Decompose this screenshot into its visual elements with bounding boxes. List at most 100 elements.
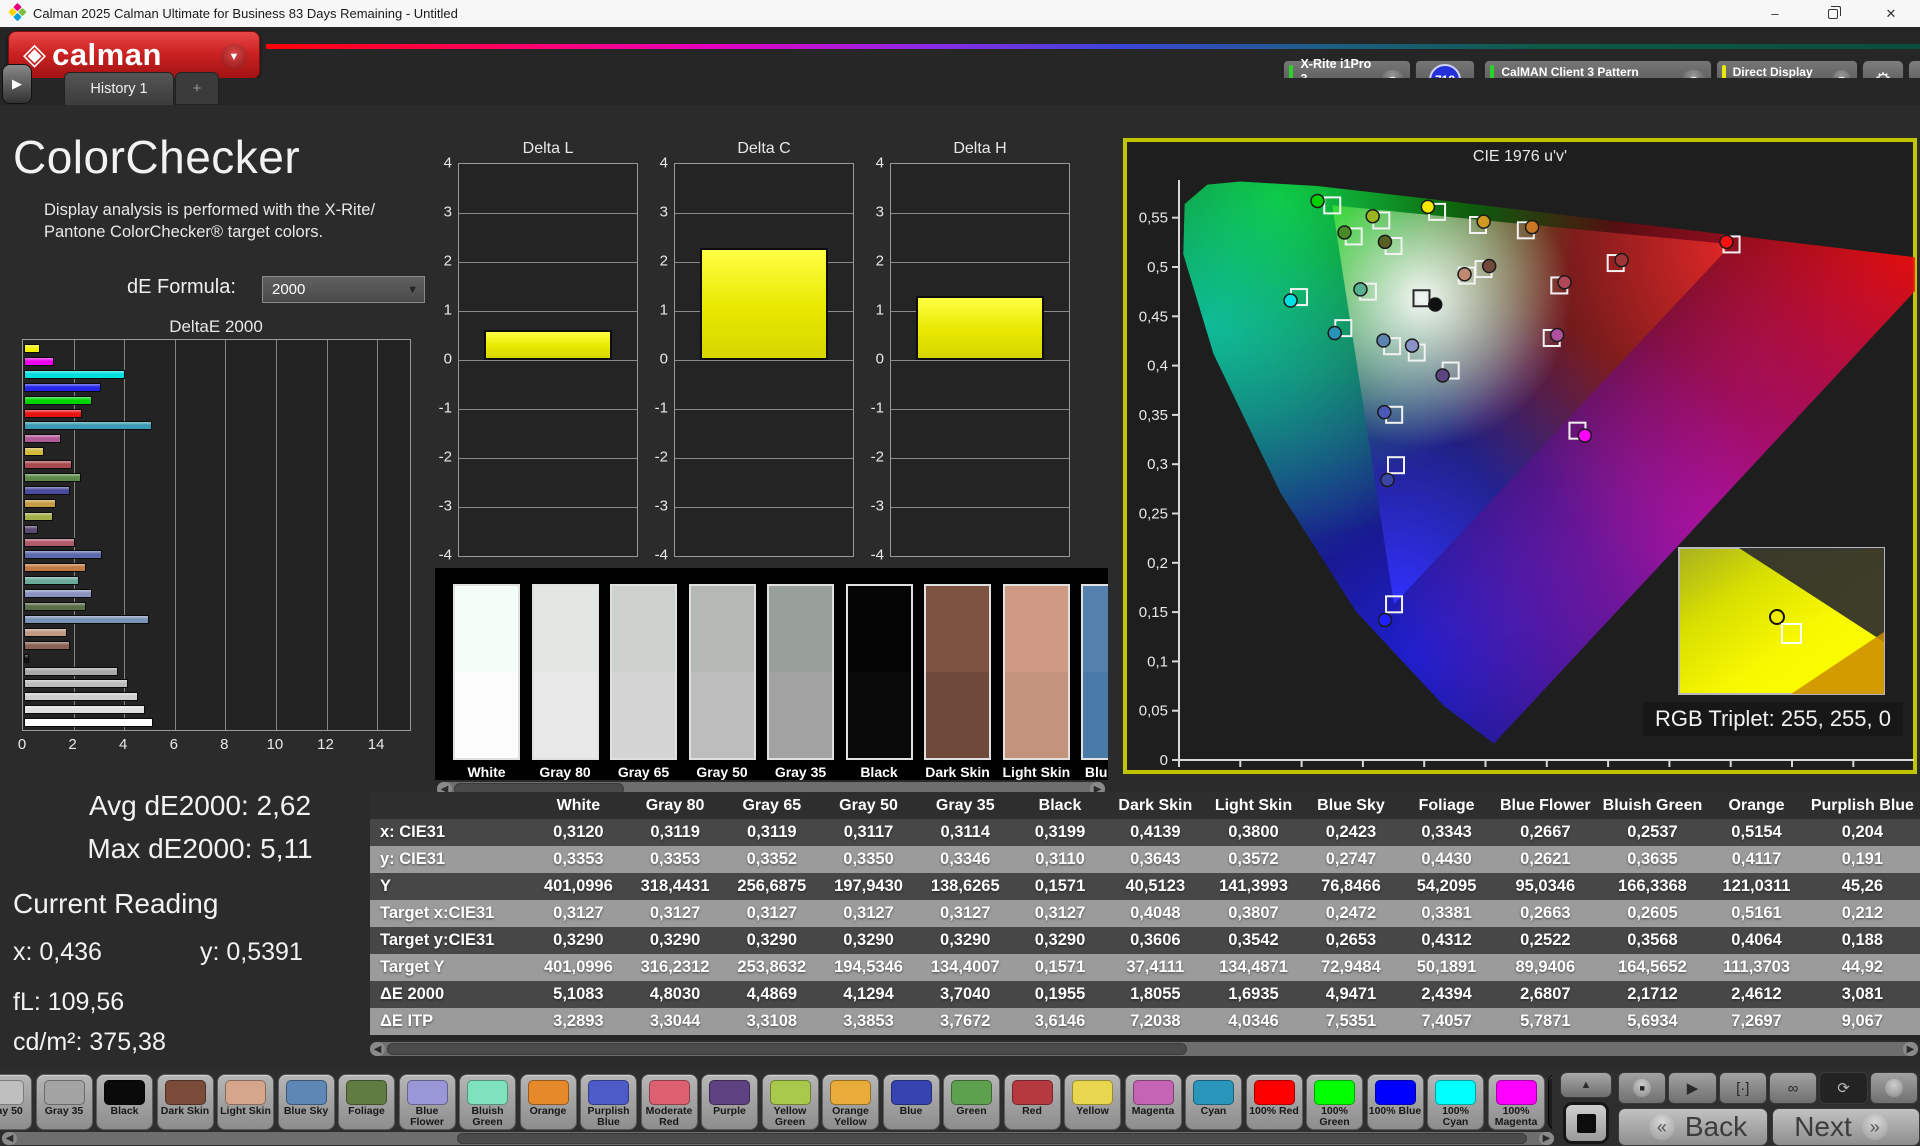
svg-text:0,25: 0,25: [1471, 769, 1500, 772]
table-cell: 0,2423: [1303, 819, 1399, 846]
table-cell: 141,3993: [1204, 873, 1303, 900]
scroll-right-icon[interactable]: ▶: [1903, 1042, 1918, 1056]
scroll-left-icon[interactable]: ◀: [2, 1132, 17, 1145]
deltae-bar-100-cyan: [24, 370, 125, 379]
scroll-right-icon[interactable]: ▶: [1539, 1132, 1554, 1145]
palette-orange[interactable]: Orange: [520, 1074, 577, 1130]
palette-dark-skin[interactable]: Dark Skin: [157, 1074, 214, 1130]
palette-gray-50[interactable]: Gray 50: [0, 1074, 32, 1130]
svg-text:0,35: 0,35: [1593, 769, 1622, 772]
palette-black[interactable]: Black: [96, 1074, 153, 1130]
palette-blue[interactable]: Blue: [883, 1074, 940, 1130]
table-row: Y401,0996318,4431256,6875197,9430138,626…: [370, 873, 1920, 900]
calman-menu-chevron-icon[interactable]: ▼: [221, 44, 247, 70]
blank-measure-button[interactable]: [1870, 1072, 1918, 1104]
palette-blue-flower[interactable]: Blue Flower: [399, 1074, 456, 1130]
palette-bluish-green[interactable]: Bluish Green: [459, 1074, 516, 1130]
tab-history-1[interactable]: History 1: [64, 72, 174, 105]
palette-100-red[interactable]: 100% Red: [1246, 1074, 1303, 1130]
scrollbar-thumb[interactable]: [387, 1043, 1187, 1055]
palette-label: Bluish Green: [460, 1106, 515, 1128]
gridline: [459, 311, 637, 312]
restore-button[interactable]: [1804, 0, 1862, 27]
palette-orange-yellow[interactable]: Orange Yellow: [822, 1074, 879, 1130]
table-cell: 0,3127: [1014, 900, 1107, 927]
palette-purple[interactable]: Purple: [701, 1074, 758, 1130]
palette-yellow-green[interactable]: Yellow Green: [762, 1074, 819, 1130]
minimize-button[interactable]: –: [1746, 0, 1804, 27]
svg-text:0,1: 0,1: [1291, 769, 1312, 772]
palette-blue-sky[interactable]: Blue Sky: [278, 1074, 335, 1130]
play-measure-button[interactable]: ▶: [1668, 1072, 1716, 1104]
measured-dark-skin: [1483, 260, 1496, 273]
y-tick-label: 0: [424, 351, 452, 368]
y-tick-label: -4: [424, 547, 452, 564]
row-label: x: CIE31: [370, 819, 530, 846]
palette-yellow[interactable]: Yellow: [1064, 1074, 1121, 1130]
scrollbar-thumb[interactable]: [457, 1133, 1527, 1144]
table-scrollbar[interactable]: ◀ ▶: [370, 1042, 1918, 1056]
y-tick-label: 4: [856, 155, 884, 172]
palette-light-skin[interactable]: Light Skin: [217, 1074, 274, 1130]
de-formula-select[interactable]: 2000 ▼: [262, 276, 425, 303]
table-cell: 3,6146: [1014, 1008, 1107, 1035]
palette-red[interactable]: Red: [1004, 1074, 1061, 1130]
color-chip: [649, 1080, 690, 1105]
scroll-left-icon[interactable]: ◀: [370, 1042, 385, 1056]
table-cell: 0,3290: [820, 927, 917, 954]
y-tick-label: -1: [856, 400, 884, 417]
table-cell: 4,4869: [723, 981, 820, 1008]
swatch-label: Black: [846, 764, 913, 780]
table-cell: 5,6934: [1597, 1008, 1709, 1035]
swatch-dark-skin: Dark Skin: [924, 584, 991, 780]
deltae-bar-100-magenta: [24, 357, 54, 366]
deltae-bar-purple: [24, 525, 38, 534]
next-button[interactable]: Next »: [1772, 1108, 1920, 1146]
palette-100-magenta[interactable]: 100% Magenta: [1488, 1074, 1545, 1130]
stop-pattern-button[interactable]: [1563, 1102, 1609, 1144]
palette-100-green[interactable]: 100% Green: [1306, 1074, 1363, 1130]
palette-label: Purple: [702, 1106, 757, 1117]
palette-moderate-red[interactable]: Moderate Red: [641, 1074, 698, 1130]
palette-scrollbar[interactable]: ◀ ▶: [2, 1132, 1554, 1145]
palette-purplish-blue[interactable]: Purplish Blue: [580, 1074, 637, 1130]
palette-up-button[interactable]: ▲: [1560, 1072, 1612, 1098]
back-button[interactable]: « Back: [1618, 1108, 1768, 1146]
table-cell: 0,212: [1805, 900, 1920, 927]
close-button[interactable]: ✕: [1862, 0, 1920, 27]
calman-logo-text: calman: [52, 37, 162, 73]
palette-foliage[interactable]: Foliage: [338, 1074, 395, 1130]
single-measure-button[interactable]: [·]: [1719, 1072, 1767, 1104]
x-tick-label: 12: [317, 736, 334, 753]
table-cell: 134,4871: [1204, 954, 1303, 981]
measure-controls: ■ ▶ [·] ∞ ⟳: [1618, 1072, 1920, 1104]
palette-100-blue[interactable]: 100% Blue: [1367, 1074, 1424, 1130]
avg-de2000: Avg dE2000: 2,62: [30, 790, 370, 822]
color-chip: [1314, 1080, 1355, 1105]
measured-100-red: [1720, 235, 1733, 248]
swatch-gray-65: Gray 65: [610, 584, 677, 780]
refresh-measure-button[interactable]: ⟳: [1819, 1072, 1867, 1104]
delta-bar: [700, 248, 828, 360]
color-chip: [1193, 1080, 1234, 1105]
palette-magenta[interactable]: Magenta: [1125, 1074, 1182, 1130]
palette-cyan[interactable]: Cyan: [1185, 1074, 1242, 1130]
zoom-inset: [1679, 548, 1884, 694]
measured-white-point: [1429, 298, 1442, 311]
continuous-measure-button[interactable]: ∞: [1769, 1072, 1817, 1104]
palette-green[interactable]: Green: [943, 1074, 1000, 1130]
table-cell: 0,2653: [1303, 927, 1399, 954]
add-tab-button[interactable]: +: [175, 72, 219, 105]
palette-label: Black: [97, 1106, 152, 1117]
delta-chart-delta-c: Delta C43210-1-2-3-4: [640, 140, 854, 580]
circle-icon: [1885, 1079, 1903, 1097]
current-fl: fL: 109,56: [13, 988, 124, 1017]
color-chip: [467, 1080, 508, 1105]
page-title: ColorChecker: [13, 130, 300, 184]
stop-measure-button[interactable]: ■: [1618, 1072, 1666, 1104]
palette-100-cyan[interactable]: 100% Cyan: [1427, 1074, 1484, 1130]
swatch-label: Gray 65: [610, 764, 677, 780]
palette-gray-35[interactable]: Gray 35: [36, 1074, 93, 1130]
workflow-play-button[interactable]: ▶: [2, 64, 32, 104]
palette-100-yellow[interactable]: 100% Yellow: [1548, 1074, 1552, 1130]
